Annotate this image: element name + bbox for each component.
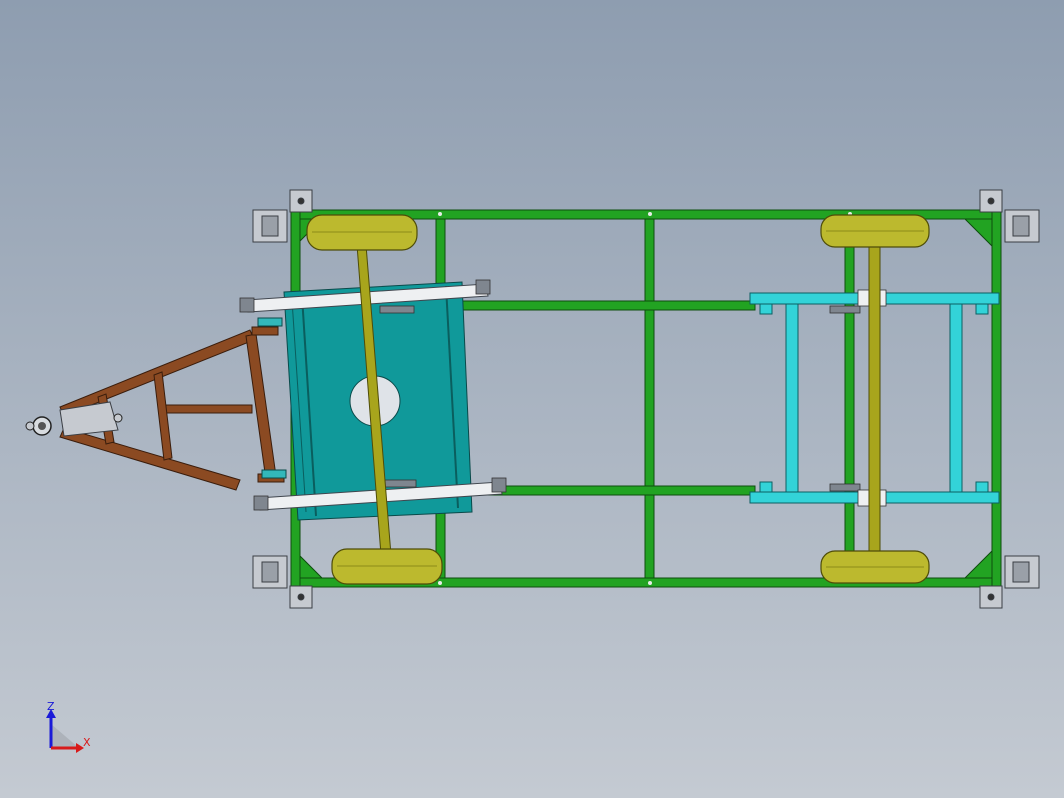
triad-xy-plane xyxy=(51,724,79,748)
cad-viewport[interactable]: Z X xyxy=(0,0,1064,798)
rear-bogie-leg-left xyxy=(785,303,799,493)
frame-cross-member-3 xyxy=(844,218,855,579)
x-axis-label: X xyxy=(83,736,91,749)
frame-corner-gusset-tr xyxy=(963,218,993,248)
frame-cross-member-2 xyxy=(644,218,655,579)
trailer-chassis-model[interactable]: Z X xyxy=(0,0,1064,798)
rear-bogie-leg-right xyxy=(949,303,963,493)
drawbar-mount-upper xyxy=(251,326,279,336)
drawbar-inner-long xyxy=(165,404,253,414)
frame-long-member-upper xyxy=(444,300,756,311)
rear-axle xyxy=(868,244,881,554)
frame-corner-gusset-bl xyxy=(299,554,324,579)
drawbar-strut-1 xyxy=(153,371,173,461)
frame-right-rail xyxy=(991,209,1002,588)
drawbar-lower-arm xyxy=(59,427,241,491)
frame-corner-gusset-br xyxy=(963,549,993,579)
reference-triad: Z X xyxy=(46,700,91,753)
rear-axle-assembly[interactable] xyxy=(820,214,930,584)
z-axis-label: Z xyxy=(47,700,55,713)
